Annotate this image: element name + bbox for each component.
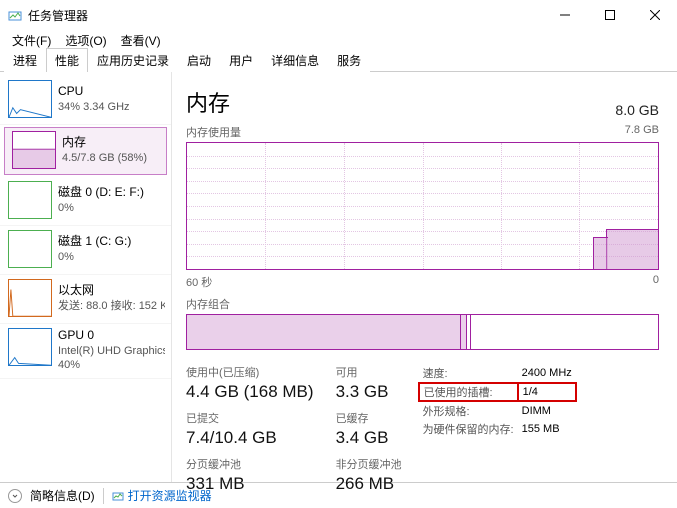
tab-startup[interactable]: 启动	[178, 48, 220, 72]
inuse-value: 4.4 GB (168 MB)	[186, 382, 314, 402]
cpu-thumb-icon	[8, 80, 52, 118]
memory-composition-chart	[186, 314, 659, 350]
tab-processes[interactable]: 进程	[4, 48, 46, 72]
maximize-button[interactable]	[587, 0, 632, 30]
memory-total: 8.0 GB	[615, 102, 659, 118]
sidebar-item-cpu[interactable]: CPU 34% 3.34 GHz	[0, 76, 171, 125]
memory-sub: 4.5/7.8 GB (58%)	[62, 151, 147, 165]
disk1-sub: 0%	[58, 250, 131, 264]
ethernet-sub: 发送: 88.0 接收: 152 K	[58, 299, 165, 313]
tab-users[interactable]: 用户	[220, 48, 262, 72]
disk0-sub: 0%	[58, 201, 144, 215]
titlebar: 任务管理器	[0, 0, 677, 30]
axis-right: 0	[653, 274, 659, 290]
paged-label: 分页缓冲池	[186, 456, 314, 472]
speed-val: 2400 MHz	[518, 364, 576, 383]
cpu-sub: 34% 3.34 GHz	[58, 100, 130, 114]
cpu-label: CPU	[58, 84, 130, 100]
tab-performance[interactable]: 性能	[46, 48, 88, 72]
disk0-label: 磁盘 0 (D: E: F:)	[58, 185, 144, 201]
cached-value: 3.4 GB	[336, 428, 402, 448]
fewer-details-icon[interactable]	[8, 489, 22, 503]
minimize-button[interactable]	[542, 0, 587, 30]
memory-thumb-icon	[12, 131, 56, 169]
tab-apphistory[interactable]: 应用历史记录	[88, 48, 178, 72]
perf-sidebar: CPU 34% 3.34 GHz 内存 4.5/7.8 GB (58%) 磁盘 …	[0, 72, 172, 482]
sidebar-item-memory[interactable]: 内存 4.5/7.8 GB (58%)	[4, 127, 167, 175]
tab-services[interactable]: 服务	[328, 48, 370, 72]
memory-usage-chart	[186, 142, 659, 270]
avail-value: 3.3 GB	[336, 382, 402, 402]
gpu-sub2: 40%	[58, 358, 165, 372]
open-resmon-link[interactable]: 打开资源监视器	[112, 487, 212, 504]
sidebar-item-gpu[interactable]: GPU 0 Intel(R) UHD Graphics 40%	[0, 324, 171, 379]
memory-info-table: 速度:2400 MHz 已使用的插槽:1/4 外形规格:DIMM 为硬件保留的内…	[418, 364, 577, 494]
axis-left: 60 秒	[186, 274, 212, 290]
reserved-val: 155 MB	[518, 420, 576, 438]
tab-strip: 进程 性能 应用历史记录 启动 用户 详细信息 服务	[0, 50, 677, 72]
disk1-label: 磁盘 1 (C: G:)	[58, 234, 131, 250]
usage-chart-max: 7.8 GB	[625, 124, 659, 140]
memory-pane: 内存 8.0 GB 内存使用量 7.8 GB 60 秒 0 内存组合	[172, 72, 677, 482]
gpu-label: GPU 0	[58, 328, 165, 344]
slots-val: 1/4	[518, 383, 576, 401]
reserved-key: 为硬件保留的内存:	[419, 420, 518, 438]
nonpaged-value: 266 MB	[336, 474, 402, 494]
committed-value: 7.4/10.4 GB	[186, 428, 314, 448]
inuse-label: 使用中(已压缩)	[186, 364, 314, 380]
gpu-sub: Intel(R) UHD Graphics	[58, 344, 165, 358]
ethernet-label: 以太网	[58, 283, 165, 299]
footer-divider	[103, 488, 104, 504]
fewer-details-button[interactable]: 简略信息(D)	[30, 487, 95, 504]
tab-details[interactable]: 详细信息	[262, 48, 328, 72]
page-title: 内存	[186, 86, 230, 118]
close-button[interactable]	[632, 0, 677, 30]
slots-key: 已使用的插槽:	[419, 383, 518, 401]
form-key: 外形规格:	[419, 401, 518, 420]
cached-label: 已缓存	[336, 410, 402, 426]
avail-label: 可用	[336, 364, 402, 380]
committed-label: 已提交	[186, 410, 314, 426]
resmon-icon	[112, 490, 124, 502]
open-resmon-label: 打开资源监视器	[128, 487, 212, 504]
memory-label: 内存	[62, 135, 147, 151]
app-icon	[8, 8, 22, 22]
form-val: DIMM	[518, 401, 576, 420]
sidebar-item-ethernet[interactable]: 以太网 发送: 88.0 接收: 152 K	[0, 275, 171, 324]
composition-chart-label: 内存组合	[186, 296, 230, 312]
disk1-thumb-icon	[8, 230, 52, 268]
sidebar-item-disk0[interactable]: 磁盘 0 (D: E: F:) 0%	[0, 177, 171, 226]
main-area: CPU 34% 3.34 GHz 内存 4.5/7.8 GB (58%) 磁盘 …	[0, 72, 677, 482]
disk0-thumb-icon	[8, 181, 52, 219]
ethernet-thumb-icon	[8, 279, 52, 317]
speed-key: 速度:	[419, 364, 518, 383]
window-title: 任务管理器	[28, 7, 542, 24]
menubar: 文件(F) 选项(O) 查看(V)	[0, 30, 677, 50]
gpu-thumb-icon	[8, 328, 52, 366]
usage-chart-label: 内存使用量	[186, 124, 241, 140]
nonpaged-label: 非分页缓冲池	[336, 456, 402, 472]
sidebar-item-disk1[interactable]: 磁盘 1 (C: G:) 0%	[0, 226, 171, 275]
